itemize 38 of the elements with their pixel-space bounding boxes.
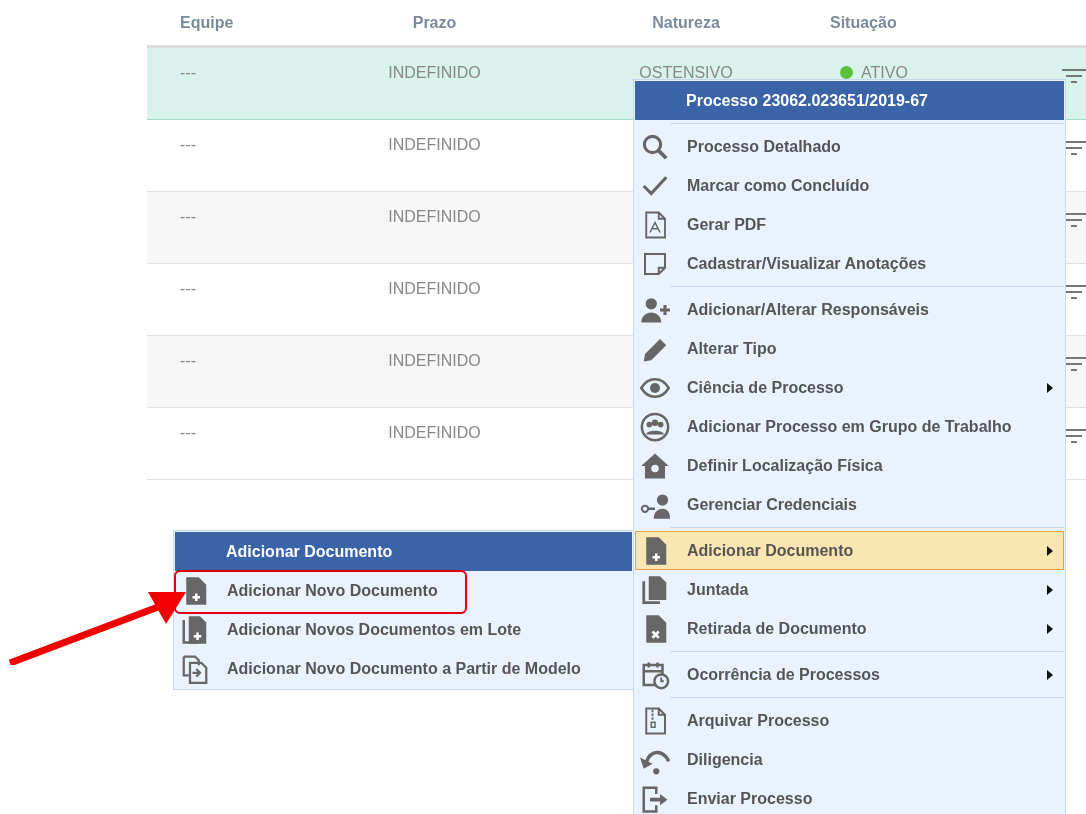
table-cell: --- <box>180 208 196 226</box>
menu-item[interactable]: Enviar Processo <box>635 779 1064 814</box>
table-cell: INDEFINIDO <box>388 208 481 226</box>
table-cell: INDEFINIDO <box>388 280 481 298</box>
table-cell: --- <box>180 64 196 82</box>
menu-item[interactable]: Adicionar Novos Documentos em Lote <box>175 610 632 649</box>
menu-item[interactable]: Gerar PDF <box>635 205 1064 244</box>
menu-item[interactable]: Diligencia <box>635 740 1064 779</box>
table-cell: INDEFINIDO <box>388 424 481 442</box>
group-icon <box>640 411 670 442</box>
table-cell: OSTENSIVO <box>639 64 733 82</box>
column-header[interactable]: Prazo <box>327 13 542 32</box>
column-header[interactable]: Situação <box>830 13 1050 32</box>
menu-title: Processo 23062.023651/2019-67 <box>635 81 1064 120</box>
table-cell: --- <box>180 352 196 370</box>
menu-item[interactable]: Ciência de Processo <box>635 368 1064 407</box>
menu-item[interactable]: Juntada <box>635 570 1064 609</box>
menu-item[interactable]: Retirada de Documento <box>635 609 1064 648</box>
menu-item[interactable]: Adicionar Novo Documento <box>175 571 632 610</box>
table-cell: --- <box>180 136 196 154</box>
table-cell: INDEFINIDO <box>388 136 481 154</box>
table-cell: --- <box>180 280 196 298</box>
column-header[interactable]: Natureza <box>542 13 830 32</box>
menu-item[interactable]: Ocorrência de Processos <box>635 655 1064 694</box>
table-cell: INDEFINIDO <box>388 64 481 82</box>
menu-item[interactable]: Adicionar Novo Documento a Partir de Modelo <box>175 649 632 688</box>
menu-item[interactable]: Gerenciar Credenciais <box>635 485 1064 524</box>
table-cell: --- <box>180 424 196 442</box>
menu-item[interactable]: Processo Detalhado <box>635 127 1064 166</box>
menu-item[interactable]: Arquivar Processo <box>635 701 1064 740</box>
menu-item[interactable]: Adicionar Processo em Grupo de Trabalho <box>635 407 1064 446</box>
column-header[interactable]: Equipe <box>147 13 327 32</box>
table-cell: INDEFINIDO <box>388 352 481 370</box>
menu-item[interactable]: Adicionar/Alterar Responsáveis <box>635 290 1064 329</box>
copy-file-icon <box>180 653 210 684</box>
table-cell: ATIVO <box>861 64 908 82</box>
menu-title: Adicionar Documento <box>175 532 632 571</box>
menu-item[interactable]: Adicionar Documento <box>635 531 1064 570</box>
